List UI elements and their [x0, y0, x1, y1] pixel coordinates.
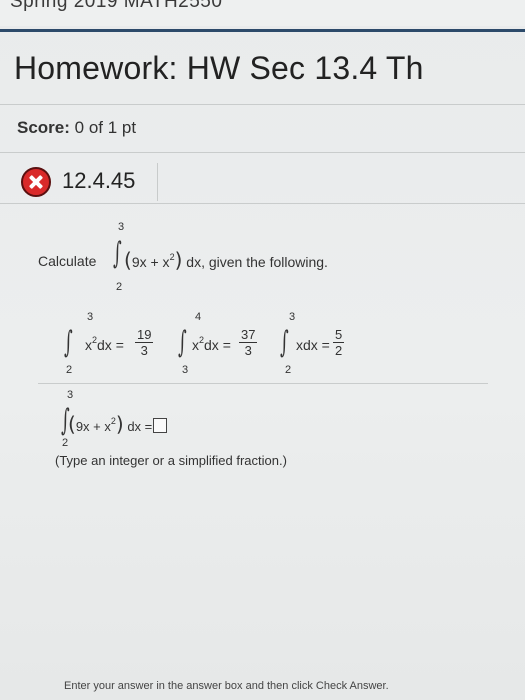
- header-divider: [0, 29, 525, 32]
- problem-suffix: , given the following.: [201, 254, 328, 270]
- exponent: 2: [169, 252, 175, 262]
- answer-hint: (Type an integer or a simplified fractio…: [55, 453, 287, 468]
- given-upper: 3: [87, 311, 94, 323]
- integral-sign: ∫: [280, 325, 289, 360]
- answer-input-box[interactable]: [153, 418, 168, 433]
- divider: [0, 104, 525, 105]
- given-lower: 2: [66, 364, 73, 376]
- integrand-text: 9x + x: [131, 254, 170, 270]
- score-label: Score:: [17, 118, 70, 137]
- divider: [38, 383, 488, 384]
- answer-expression: (9x + x2) dx =: [68, 412, 168, 436]
- given-integrand: xdx =: [296, 337, 330, 353]
- integral-sign: ∫: [113, 236, 122, 271]
- homework-title: Homework: HW Sec 13.4 Th: [14, 50, 424, 86]
- given-integrand: x2dx =: [192, 335, 231, 353]
- integral-sign: ∫: [178, 325, 187, 360]
- answer-upper-limit: 3: [67, 389, 74, 401]
- score-line: Score: 0 of 1 pt: [17, 118, 136, 138]
- lower-limit: 2: [116, 281, 123, 293]
- incorrect-x-icon: [21, 167, 51, 197]
- question-number: 12.4.45: [62, 168, 136, 193]
- given-fraction: 19 3: [135, 327, 154, 358]
- given-integrand: x2dx =: [85, 335, 124, 353]
- given-upper: 4: [195, 311, 202, 323]
- divider: [0, 203, 525, 204]
- course-text: Spring 2019 MATH2550: [10, 0, 223, 12]
- integrand: (9x + x2) dx, given the following.: [124, 248, 328, 272]
- dx-text: dx: [186, 254, 202, 270]
- cropped-course-header: Spring 2019 MATH2550: [0, 0, 525, 26]
- given-fraction: 5 2: [333, 327, 345, 358]
- answer-lower-limit: 2: [62, 437, 69, 449]
- upper-limit: 3: [118, 221, 125, 233]
- footer-instruction: Enter your answer in the answer box and …: [64, 680, 389, 692]
- score-value: 0 of 1 pt: [74, 118, 137, 137]
- given-fraction: 37 3: [239, 327, 258, 358]
- calculate-label: Calculate: [38, 253, 97, 269]
- given-upper: 3: [289, 311, 296, 323]
- given-lower: 3: [182, 364, 189, 376]
- integral-sign: ∫: [64, 325, 73, 360]
- given-lower: 2: [285, 364, 292, 376]
- question-tab[interactable]: 12.4.45: [17, 163, 158, 201]
- divider: [0, 152, 525, 153]
